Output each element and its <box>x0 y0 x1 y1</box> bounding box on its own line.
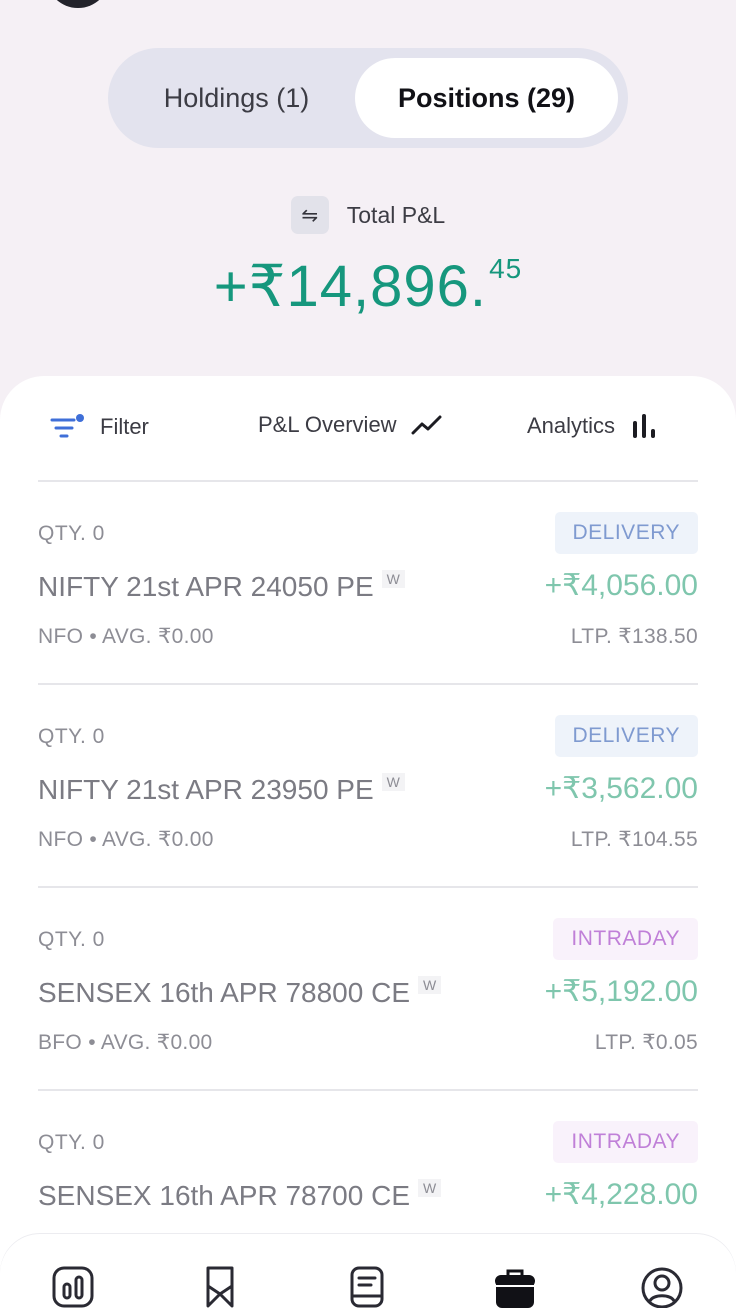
trend-line-icon <box>411 415 442 435</box>
product-type-badge: INTRADAY <box>553 918 698 960</box>
positions-toolbar: Filter P&L Overview Analytics <box>0 376 736 481</box>
product-type-badge: DELIVERY <box>554 715 698 757</box>
position-pnl: +₹3,562.00 <box>544 772 698 805</box>
profile-avatar[interactable] <box>46 0 110 8</box>
position-ltp: LTP. ₹0.05 <box>594 1031 698 1054</box>
weekly-tag: W <box>381 570 405 588</box>
position-qty: QTY. 0 <box>38 725 105 748</box>
nav-watchlist[interactable] <box>195 1264 245 1308</box>
nav-profile[interactable] <box>637 1264 687 1308</box>
analytics-label: Analytics <box>527 413 616 438</box>
position-symbol-text: SENSEX 16th APR 78700 CE <box>38 1180 410 1211</box>
pnl-overview-button[interactable]: P&L Overview <box>258 412 443 438</box>
tab-positions[interactable]: Positions (29) <box>355 58 618 138</box>
positions-card: Filter P&L Overview Analytics QTY. 0 DEL… <box>0 376 736 1308</box>
total-pnl-decimal: 45 <box>489 253 523 284</box>
position-symbol: NIFTY 21st APR 24050 PE W <box>38 570 405 603</box>
portfolio-tab-switcher: Holdings (1) Positions (29) <box>108 48 628 148</box>
markets-icon <box>52 1266 94 1308</box>
weekly-tag: W <box>381 773 405 791</box>
profile-icon <box>641 1267 683 1308</box>
total-pnl-value: +₹14,896.45 <box>0 252 736 320</box>
analytics-button[interactable]: Analytics <box>527 412 661 440</box>
weekly-tag: W <box>418 1179 442 1197</box>
position-symbol: NIFTY 21st APR 23950 PE W <box>38 773 405 806</box>
nav-markets[interactable] <box>48 1264 98 1308</box>
bar-chart-icon <box>633 414 656 438</box>
position-qty: QTY. 0 <box>38 1131 105 1154</box>
product-type-badge: DELIVERY <box>554 512 698 554</box>
position-meta: NFO • AVG. ₹0.00 <box>38 828 214 851</box>
total-pnl-main: +₹14,896. <box>213 254 488 319</box>
swap-icon[interactable]: ⇋ <box>290 196 329 234</box>
position-symbol-text: NIFTY 21st APR 24050 PE <box>38 571 374 602</box>
position-meta: BFO • AVG. ₹0.00 <box>38 1031 213 1054</box>
position-row[interactable]: QTY. 0 DELIVERY NIFTY 21st APR 24050 PE W… <box>38 482 698 682</box>
filter-label: Filter <box>100 414 149 439</box>
position-meta: NFO • AVG. ₹0.00 <box>38 625 214 648</box>
briefcase-icon <box>495 1269 535 1308</box>
position-row[interactable]: QTY. 0 INTRADAY SENSEX 16th APR 78800 CE… <box>38 888 698 1088</box>
total-pnl-label: Total P&L <box>346 201 446 228</box>
position-ltp: LTP. ₹138.50 <box>570 625 698 648</box>
bottom-navigation <box>0 1234 736 1308</box>
position-symbol-text: SENSEX 16th APR 78800 CE <box>38 977 410 1008</box>
bookmark-icon <box>206 1266 234 1308</box>
position-row[interactable]: QTY. 0 DELIVERY NIFTY 21st APR 23950 PE W… <box>38 685 698 885</box>
position-pnl: +₹4,228.00 <box>544 1178 698 1211</box>
position-qty: QTY. 0 <box>38 928 105 951</box>
orders-book-icon <box>350 1266 384 1308</box>
position-pnl: +₹5,192.00 <box>544 975 698 1008</box>
total-pnl-header: ⇋ Total P&L <box>0 196 736 234</box>
tab-holdings[interactable]: Holdings (1) <box>118 58 355 138</box>
nav-orders[interactable] <box>342 1264 392 1308</box>
position-symbol-text: NIFTY 21st APR 23950 PE <box>38 774 374 805</box>
pnl-overview-label: P&L Overview <box>258 412 397 437</box>
weekly-tag: W <box>418 976 442 994</box>
filter-icon <box>50 414 84 438</box>
nav-portfolio[interactable] <box>490 1264 540 1308</box>
position-pnl: +₹4,056.00 <box>544 569 698 602</box>
product-type-badge: INTRADAY <box>553 1121 698 1163</box>
position-symbol: SENSEX 16th APR 78800 CE W <box>38 976 442 1009</box>
position-qty: QTY. 0 <box>38 522 105 545</box>
filter-button[interactable]: Filter <box>50 412 149 442</box>
position-symbol: SENSEX 16th APR 78700 CE W <box>38 1179 442 1212</box>
position-ltp: LTP. ₹104.55 <box>570 828 698 851</box>
